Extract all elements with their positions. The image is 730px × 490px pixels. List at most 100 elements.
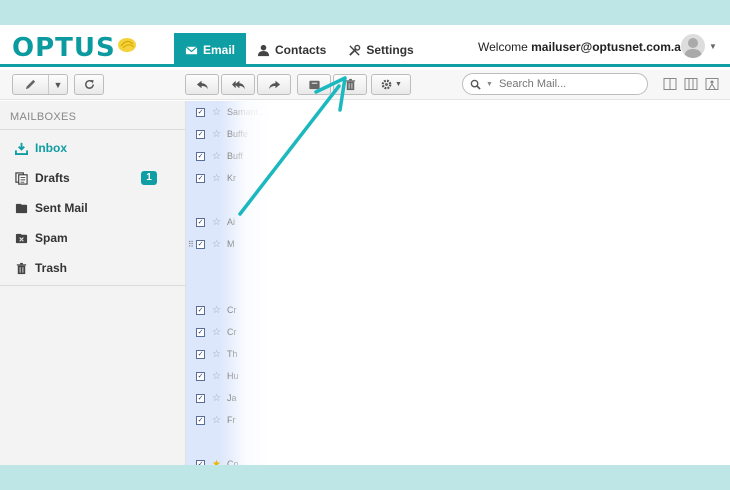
main-nav: Email Contacts Settings bbox=[174, 33, 425, 67]
table-row[interactable]: ✓ ☆ Ai bbox=[186, 211, 730, 233]
sidebar-item-label: Trash bbox=[35, 261, 68, 275]
star-icon[interactable]: ☆ bbox=[212, 217, 221, 228]
tab-email-label: Email bbox=[203, 43, 236, 57]
compose-button[interactable] bbox=[13, 78, 48, 91]
table-row[interactable]: ✓ ☆ Buffe bbox=[186, 123, 730, 145]
refresh-button[interactable] bbox=[74, 74, 104, 95]
row-checkbox[interactable]: ✓ bbox=[196, 305, 205, 315]
table-row[interactable]: ✓ ☆ Cr bbox=[186, 299, 730, 321]
dropdown-icon: ▼ bbox=[53, 79, 63, 90]
account-caret-icon[interactable]: ▼ bbox=[709, 42, 717, 51]
table-row[interactable]: ✓ ☆ Th bbox=[186, 343, 730, 365]
table-row[interactable]: ✓ ☆ Cr bbox=[186, 321, 730, 343]
star-icon[interactable]: ☆ bbox=[212, 415, 221, 426]
tab-settings[interactable]: Settings bbox=[337, 33, 424, 67]
layout-list-icon[interactable] bbox=[663, 77, 677, 91]
row-checkbox[interactable]: ✓ bbox=[196, 415, 205, 425]
sidebar-item-spam[interactable]: Spam bbox=[0, 223, 185, 253]
row-checkbox[interactable]: ✓ bbox=[196, 129, 205, 139]
spam-icon bbox=[15, 233, 28, 243]
search-options-caret-icon[interactable]: ▼ bbox=[486, 81, 493, 88]
message-subject-text: Most common lizards in Florida bbox=[339, 107, 464, 117]
message-from: Ja bbox=[227, 393, 237, 403]
table-row bbox=[186, 277, 730, 299]
avatar[interactable] bbox=[681, 34, 705, 58]
chevron-down-icon: ▼ bbox=[395, 81, 402, 88]
more-actions-button[interactable]: ▼ bbox=[371, 74, 411, 95]
row-checkbox[interactable]: ✓ bbox=[196, 217, 205, 227]
row-checkbox[interactable]: ✓ bbox=[196, 107, 205, 117]
person-icon bbox=[257, 44, 270, 56]
star-icon[interactable]: ☆ bbox=[212, 151, 221, 162]
star-icon[interactable]: ☆ bbox=[212, 239, 221, 250]
row-checkbox[interactable]: ✓ bbox=[196, 151, 205, 161]
trash-icon bbox=[345, 78, 355, 91]
toolbar: ▼ ▼ ▼ bbox=[0, 70, 730, 100]
star-icon[interactable]: ☆ bbox=[212, 371, 221, 382]
table-row[interactable]: ✓ ☆ Hu bbox=[186, 365, 730, 387]
top-header: OPTUS Email Contacts Settings Welcome ma… bbox=[0, 25, 730, 67]
row-checkbox[interactable]: ✓ bbox=[196, 393, 205, 403]
star-icon[interactable]: ☆ bbox=[212, 107, 221, 118]
page-bottom-band bbox=[0, 465, 730, 490]
row-checkbox[interactable]: ✓ bbox=[196, 349, 205, 359]
sidebar-item-label: Sent Mail bbox=[35, 201, 88, 215]
layout-fullscreen-icon[interactable] bbox=[705, 77, 719, 91]
sidebar-item-trash[interactable]: Trash bbox=[0, 253, 185, 283]
sidebar-item-label: Drafts bbox=[35, 171, 70, 185]
sidebar-item-label: Inbox bbox=[35, 141, 67, 155]
table-row[interactable]: ✓ ☆ Samant... Jesse, me 5 Most common li… bbox=[186, 101, 730, 123]
message-from: Buffe bbox=[227, 129, 248, 139]
message-from: Cr bbox=[227, 327, 237, 337]
reply-all-button[interactable] bbox=[221, 74, 255, 95]
tab-contacts[interactable]: Contacts bbox=[246, 33, 337, 67]
star-icon[interactable]: ☆ bbox=[212, 173, 221, 184]
drag-handle-icon[interactable]: ⠿ bbox=[188, 240, 194, 249]
row-checkbox[interactable]: ✓ bbox=[196, 327, 205, 337]
archive-button[interactable] bbox=[297, 74, 331, 95]
layout-columns-icon[interactable] bbox=[684, 77, 698, 91]
reply-icon bbox=[196, 80, 208, 90]
tools-icon bbox=[349, 44, 361, 56]
message-from: M bbox=[227, 239, 235, 249]
mailboxes-heading: MAILBOXES bbox=[10, 111, 77, 123]
row-checkbox[interactable]: ✓ bbox=[196, 173, 205, 183]
star-icon[interactable]: ☆ bbox=[212, 327, 221, 338]
star-icon[interactable]: ☆ bbox=[212, 305, 221, 316]
table-row[interactable]: ✓ ☆ Fr bbox=[186, 409, 730, 431]
optus-logo[interactable]: OPTUS bbox=[12, 33, 137, 63]
table-row bbox=[186, 189, 730, 211]
table-row[interactable]: ✓ ☆ Buff bbox=[186, 145, 730, 167]
reply-button[interactable] bbox=[185, 74, 219, 95]
search-icon[interactable] bbox=[470, 79, 481, 90]
sent-icon bbox=[15, 203, 28, 213]
drafts-icon bbox=[15, 171, 28, 185]
star-icon[interactable]: ☆ bbox=[212, 129, 221, 140]
compose-dropdown-button[interactable]: ▼ bbox=[49, 80, 67, 90]
refresh-icon bbox=[84, 79, 94, 89]
table-row[interactable]: ✓ ★ Co bbox=[186, 453, 730, 465]
message-from: Cr bbox=[227, 305, 237, 315]
message-from: Ai bbox=[227, 217, 236, 227]
delete-button[interactable] bbox=[333, 74, 367, 95]
sidebar-item-inbox[interactable]: Inbox bbox=[0, 133, 185, 163]
logo-text: OPTUS bbox=[12, 33, 116, 63]
row-checkbox[interactable]: ✓ bbox=[196, 239, 205, 249]
search-box: ▼ bbox=[462, 73, 648, 95]
sidebar-item-sent[interactable]: Sent Mail bbox=[0, 193, 185, 223]
forward-button[interactable] bbox=[257, 74, 291, 95]
table-row[interactable]: ✓ ☆ Kr bbox=[186, 167, 730, 189]
table-row[interactable]: ⠿ ✓ ☆ M bbox=[186, 233, 730, 255]
table-row[interactable]: ✓ ☆ Ja bbox=[186, 387, 730, 409]
star-icon[interactable]: ☆ bbox=[212, 349, 221, 360]
search-input[interactable] bbox=[498, 78, 639, 90]
message-from: Samant... Jesse, me 5 bbox=[227, 107, 317, 117]
message-preview: Good morning, Hi Garb, Thank you for the… bbox=[466, 107, 729, 117]
message-from: Kr bbox=[227, 173, 236, 183]
sidebar-item-drafts[interactable]: Drafts 1 bbox=[0, 163, 185, 193]
row-checkbox[interactable]: ✓ bbox=[196, 371, 205, 381]
tab-email[interactable]: Email bbox=[174, 33, 247, 67]
archive-icon bbox=[308, 80, 320, 90]
sidebar-divider bbox=[0, 285, 185, 286]
star-icon[interactable]: ☆ bbox=[212, 393, 221, 404]
